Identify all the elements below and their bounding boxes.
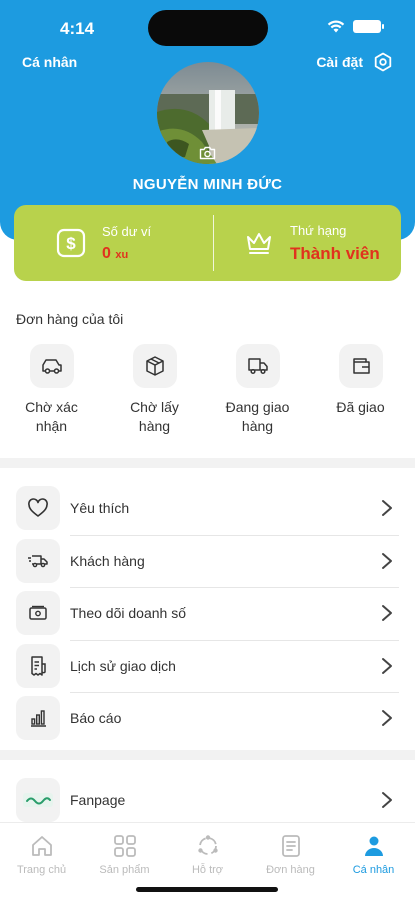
- order-pending-pickup[interactable]: Chờ lấy hàng: [103, 344, 206, 436]
- tab-profile[interactable]: Cá nhân: [332, 823, 415, 900]
- dollar-icon: $: [56, 228, 86, 258]
- grid-icon: [113, 835, 136, 857]
- wallet-check-icon: [352, 358, 370, 374]
- dynamic-island: [148, 10, 268, 46]
- bar-chart-icon: [31, 710, 46, 727]
- heart-icon: [28, 498, 48, 518]
- menu-item-favorites[interactable]: Yêu thích: [0, 482, 415, 535]
- rank-label: Thứ hạng: [290, 222, 347, 238]
- chevron-right-icon: [382, 657, 392, 674]
- menu-list: Yêu thích Khách hàng Theo dõi doanh số L…: [0, 482, 415, 745]
- fanpage-logo-icon: [23, 793, 53, 808]
- section-divider: [0, 750, 415, 760]
- page-title: Cá nhân: [22, 54, 78, 70]
- support-icon: [197, 835, 218, 855]
- section-divider: [0, 458, 415, 468]
- person-icon: [364, 836, 383, 856]
- battery-icon: [353, 20, 384, 33]
- order-label: Đang giao hàng: [225, 399, 290, 434]
- balance-label: Số dư ví: [102, 223, 152, 239]
- balance-unit: xu: [115, 248, 129, 261]
- money-icon: [29, 606, 47, 620]
- wallet-rank[interactable]: Thứ hạng Thành viên: [213, 215, 401, 271]
- order-delivered[interactable]: Đã giao: [309, 344, 412, 436]
- chevron-right-icon: [382, 710, 392, 726]
- box-icon: [145, 356, 164, 376]
- menu-item-customers[interactable]: Khách hàng: [0, 534, 415, 588]
- tab-label: Hỗ trợ: [191, 864, 224, 876]
- menu-label: Khách hàng: [70, 552, 145, 569]
- crown-icon: [247, 233, 271, 254]
- tab-label: Sản phẩm: [99, 864, 150, 876]
- orders-title: Đơn hàng của tôi: [16, 311, 124, 327]
- car-icon: [41, 359, 62, 374]
- svg-text:$: $: [66, 234, 76, 253]
- menu-label: Báo cáo: [70, 710, 122, 727]
- menu-label: Fanpage: [70, 792, 126, 809]
- menu-label: Theo dõi doanh số: [70, 605, 186, 622]
- balance-value: 0 xu: [102, 244, 129, 262]
- wifi-icon: [327, 20, 345, 33]
- tab-label: Cá nhân: [352, 864, 395, 876]
- tab-label: Đơn hàng: [266, 864, 315, 876]
- settings-label: Cài đặt: [316, 54, 363, 70]
- wallet-balance[interactable]: $ Số dư ví 0 xu: [14, 205, 213, 281]
- status-icons: [327, 20, 384, 33]
- fanpage-section: Fanpage: [0, 774, 415, 827]
- settings-button[interactable]: Cài đặt: [316, 52, 393, 72]
- settings-gear-icon: [374, 52, 392, 72]
- status-time: 4:14: [60, 19, 95, 38]
- rank-value: Thành viên: [290, 243, 380, 263]
- order-label: Chờ xác nhận: [25, 399, 78, 434]
- camera-icon[interactable]: [199, 146, 216, 160]
- order-pending-confirm[interactable]: Chờ xác nhận: [0, 344, 103, 436]
- document-icon: [281, 835, 300, 857]
- order-label: Chờ lấy hàng: [130, 399, 179, 434]
- menu-item-sales-tracking[interactable]: Theo dõi doanh số: [0, 587, 415, 640]
- menu-label: Lịch sử giao dịch: [70, 657, 176, 674]
- order-status-row: Chờ xác nhận Chờ lấy hàng Đang giao hàng: [0, 344, 415, 436]
- user-name: NGUYỄN MINH ĐỨC: [132, 176, 283, 193]
- tab-label: Trang chủ: [16, 864, 67, 876]
- menu-label: Yêu thích: [70, 500, 130, 517]
- order-shipping[interactable]: Đang giao hàng: [206, 344, 309, 436]
- receipt-icon: [31, 656, 46, 676]
- home-icon: [31, 836, 52, 856]
- chevron-right-icon: [382, 605, 392, 621]
- home-indicator: [136, 887, 278, 892]
- order-label: Đã giao: [336, 399, 385, 415]
- chevron-right-icon: [382, 500, 392, 516]
- wallet-card: $ Số dư ví 0 xu Thứ hạng Thành viên: [14, 205, 401, 281]
- menu-item-transaction-history[interactable]: Lịch sử giao dịch: [0, 639, 415, 693]
- chevron-right-icon: [382, 552, 392, 569]
- menu-item-reports[interactable]: Báo cáo: [0, 692, 415, 745]
- menu-item-fanpage[interactable]: Fanpage: [0, 774, 415, 827]
- chevron-right-icon: [382, 792, 392, 808]
- delivery-truck-icon: [247, 358, 268, 375]
- fast-truck-icon: [28, 555, 48, 568]
- tab-home[interactable]: Trang chủ: [0, 823, 83, 900]
